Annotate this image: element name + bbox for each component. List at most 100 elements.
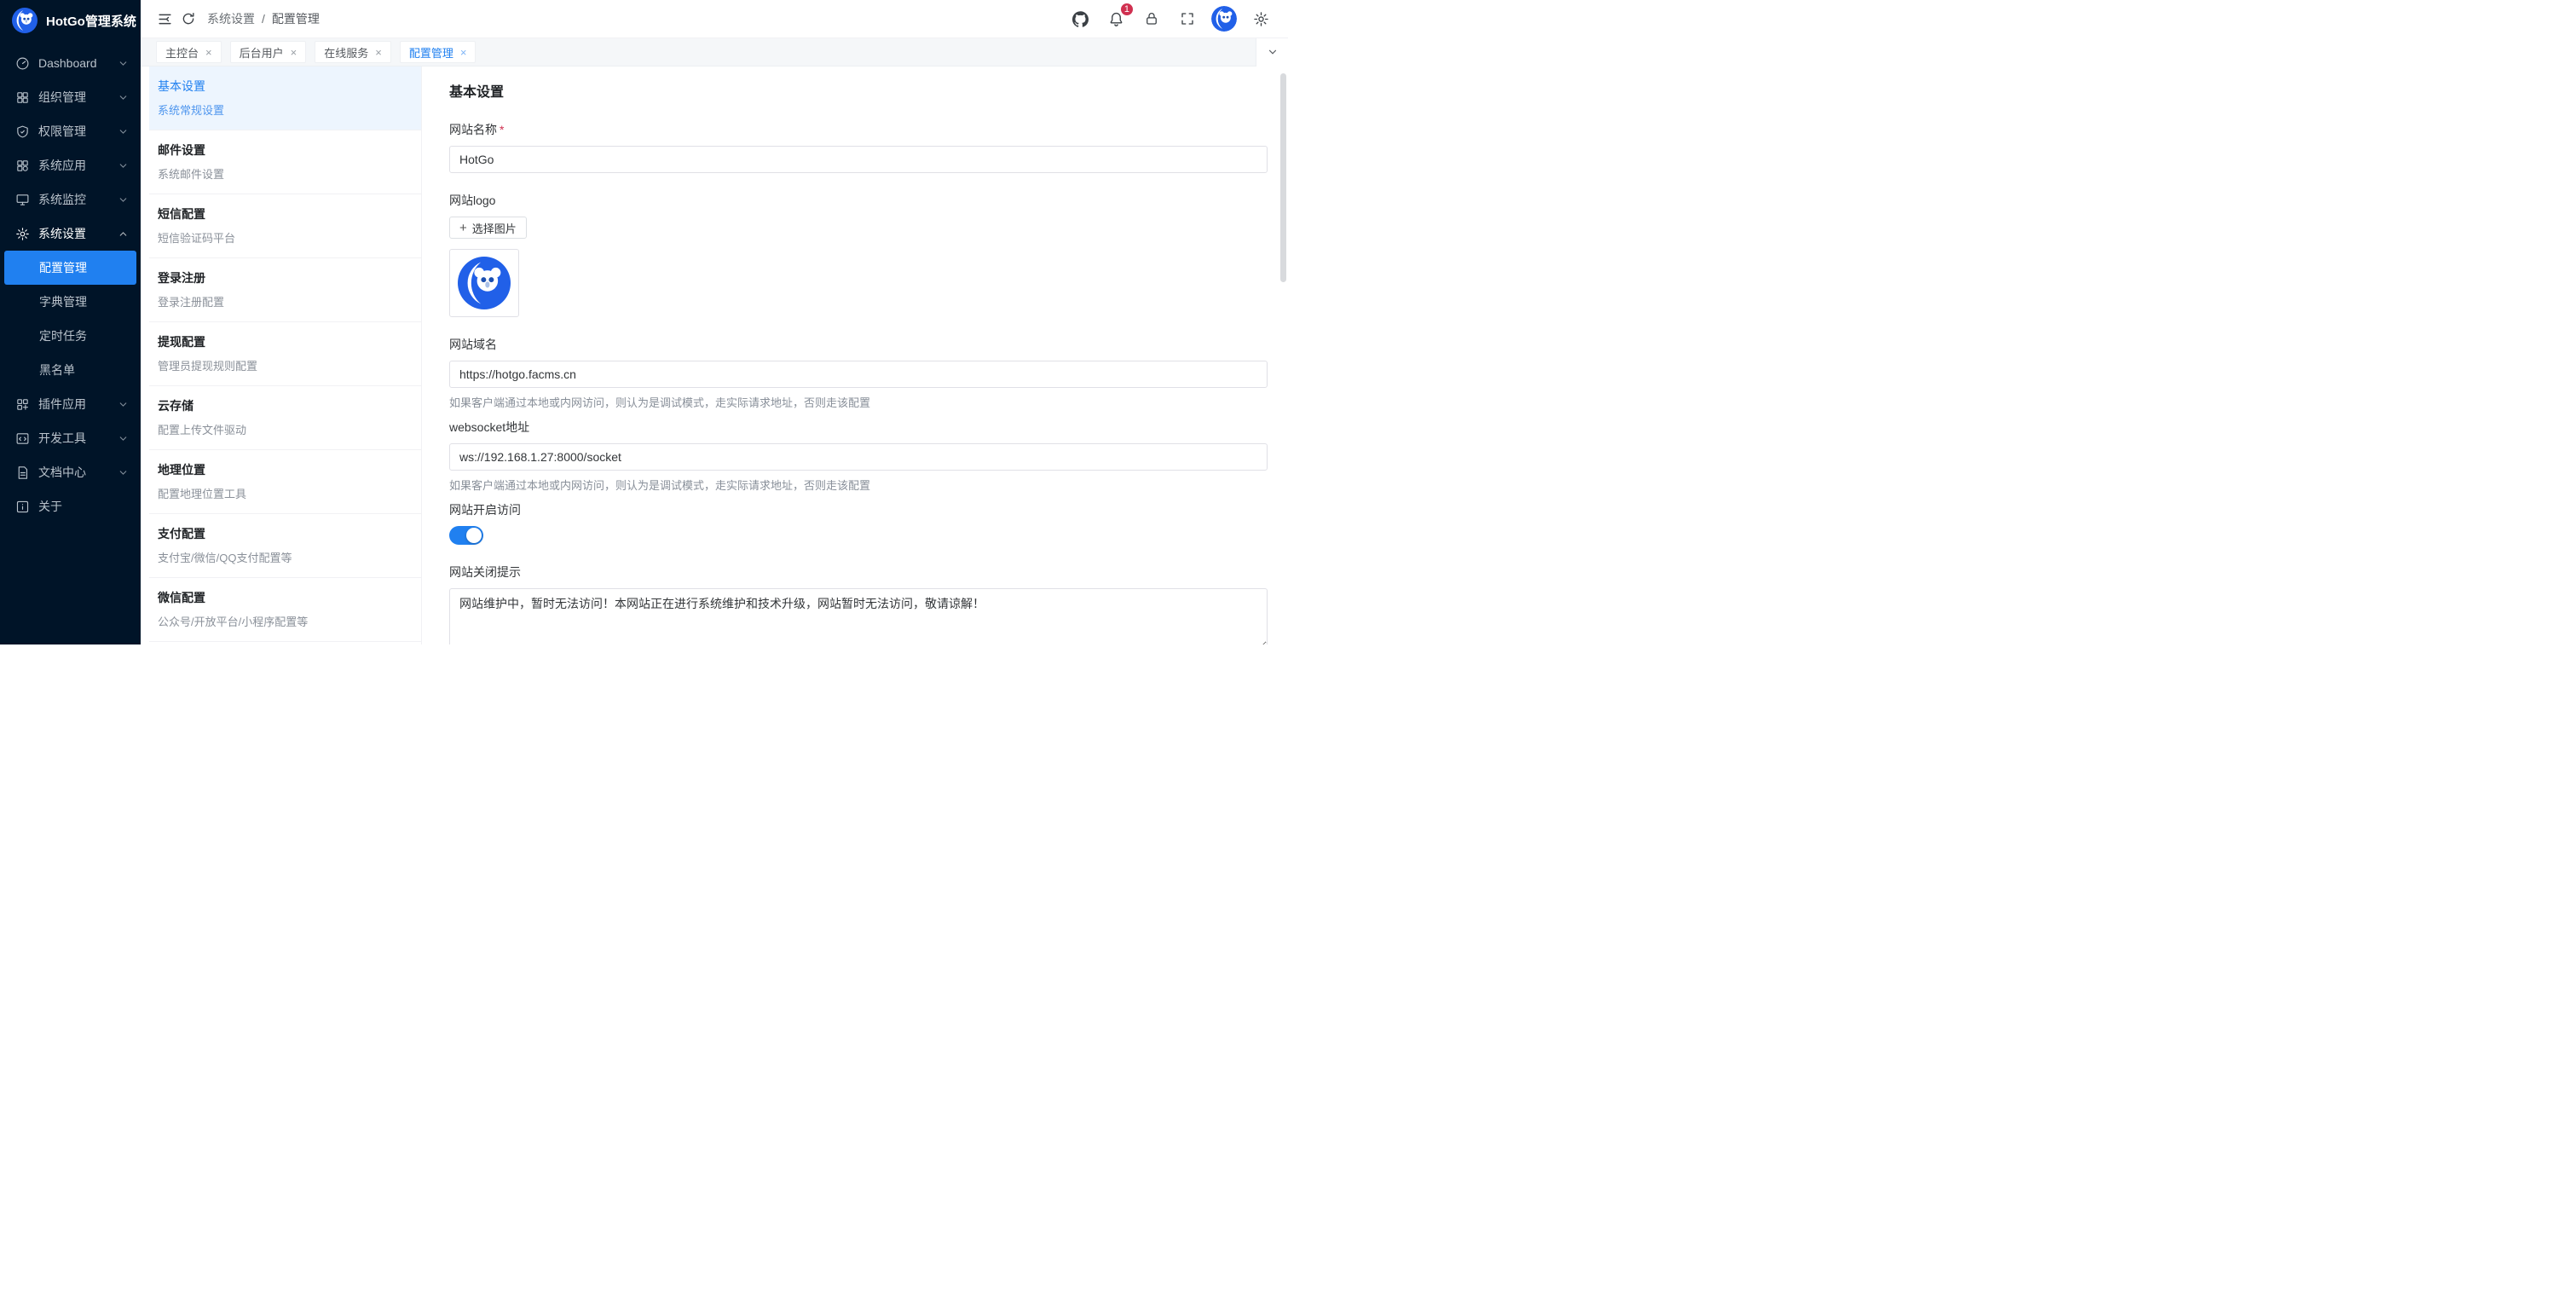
settings-nav-item-basic[interactable]: 基本设置 系统常规设置 <box>149 66 421 130</box>
sidebar-subitem-cron[interactable]: 定时任务 <box>0 319 141 353</box>
app-title: HotGo管理系统 <box>46 12 136 30</box>
close-tip-textarea[interactable]: 网站维护中，暂时无法访问！本网站正在进行系统维护和技术升级，网站暂时无法访问，敬… <box>449 588 1268 644</box>
sidebar-item-about[interactable]: 关于 <box>0 489 141 523</box>
websocket-label: websocket地址 <box>449 419 1268 436</box>
organization-icon <box>15 90 30 105</box>
vertical-scrollbar[interactable] <box>1280 73 1286 282</box>
settings-nav-item-wechat[interactable]: 微信配置 公众号/开放平台/小程序配置等 <box>149 578 421 642</box>
monitor-icon <box>15 193 30 207</box>
field-websocket: websocket地址 如果客户端通过本地或内网访问，则认为是调试模式，走实际请… <box>449 419 1268 493</box>
settings-nav-item-login[interactable]: 登录注册 登录注册配置 <box>149 258 421 322</box>
notification-bell-icon[interactable]: 1 <box>1104 7 1128 31</box>
field-site-logo: 网站logo + 选择图片 <box>449 192 1268 317</box>
fullscreen-icon[interactable] <box>1175 7 1199 31</box>
choose-image-button[interactable]: + 选择图片 <box>449 217 527 239</box>
choose-image-label: 选择图片 <box>472 220 517 236</box>
sidebar-item-label: 插件应用 <box>38 396 109 413</box>
tab-options-chevron-icon[interactable] <box>1256 38 1288 66</box>
nav-item-title: 地理位置 <box>158 461 404 478</box>
settings-nav-item-sms[interactable]: 短信配置 短信验证码平台 <box>149 194 421 258</box>
field-site-domain: 网站域名 如果客户端通过本地或内网访问，则认为是调试模式，走实际请求地址，否则走… <box>449 336 1268 410</box>
gear-icon <box>15 227 30 241</box>
settings-nav-item-withdraw[interactable]: 提现配置 管理员提现规则配置 <box>149 322 421 386</box>
app-window: HotGo管理系统 Dashboard 组织管理 <box>0 0 1288 644</box>
sidebar-item-label: 系统设置 <box>38 225 109 242</box>
site-domain-label: 网站域名 <box>449 336 1268 353</box>
sidebar-item-plugins[interactable]: 插件应用 <box>0 387 141 421</box>
shield-icon <box>15 124 30 139</box>
site-name-input[interactable] <box>449 146 1268 173</box>
header-actions: 1 <box>1068 6 1273 32</box>
site-open-label: 网站开启访问 <box>449 501 1268 518</box>
notification-badge: 1 <box>1120 3 1134 16</box>
nav-item-subtitle: 系统常规设置 <box>158 101 404 118</box>
settings-nav-item-payment[interactable]: 支付配置 支付宝/微信/QQ支付配置等 <box>149 514 421 578</box>
settings-nav-item-email[interactable]: 邮件设置 系统邮件设置 <box>149 130 421 194</box>
toggle-knob <box>466 528 482 543</box>
nav-item-title: 基本设置 <box>158 78 404 95</box>
info-icon <box>15 500 30 514</box>
field-close-tip: 网站关闭提示 网站维护中，暂时无法访问！本网站正在进行系统维护和技术升级，网站暂… <box>449 564 1268 644</box>
dashboard-icon <box>15 56 30 71</box>
plugin-icon <box>15 397 30 412</box>
chevron-down-icon <box>118 58 129 69</box>
breadcrumb-parent[interactable]: 系统设置 <box>207 10 255 27</box>
websocket-help: 如果客户端通过本地或内网访问，则认为是调试模式，走实际请求地址，否则走该配置 <box>449 477 1268 493</box>
sidebar-subitem-config[interactable]: 配置管理 <box>4 251 136 285</box>
tab-online-service[interactable]: 在线服务 × <box>315 41 391 63</box>
sidebar-item-system-settings[interactable]: 系统设置 <box>0 217 141 251</box>
lock-icon[interactable] <box>1140 7 1164 31</box>
sidebar-item-dashboard[interactable]: Dashboard <box>0 46 141 80</box>
refresh-icon[interactable] <box>176 7 200 31</box>
chevron-down-icon <box>118 467 129 478</box>
sidebar-item-devtools[interactable]: 开发工具 <box>0 421 141 455</box>
settings-gear-icon[interactable] <box>1249 7 1273 31</box>
sidebar-item-label: 开发工具 <box>38 430 109 447</box>
close-icon[interactable]: × <box>205 46 212 59</box>
close-icon[interactable]: × <box>460 46 467 59</box>
sidebar-subitem-blacklist[interactable]: 黑名单 <box>0 353 141 387</box>
sidebar-item-docs[interactable]: 文档中心 <box>0 455 141 489</box>
nav-item-subtitle: 登录注册配置 <box>158 293 404 309</box>
settings-nav-item-geo[interactable]: 地理位置 配置地理位置工具 <box>149 450 421 514</box>
chevron-down-icon <box>118 399 129 410</box>
websocket-input[interactable] <box>449 443 1268 471</box>
form-title: 基本设置 <box>449 80 1268 101</box>
chevron-down-icon <box>118 160 129 171</box>
nav-item-subtitle: 短信验证码平台 <box>158 229 404 246</box>
settings-nav-item-storage[interactable]: 云存储 配置上传文件驱动 <box>149 386 421 450</box>
breadcrumb: 系统设置 / 配置管理 <box>207 10 320 27</box>
field-site-open: 网站开启访问 <box>449 501 1268 545</box>
tab-bar: 主控台 × 后台用户 × 在线服务 × 配置管理 × <box>141 38 1288 66</box>
site-domain-help: 如果客户端通过本地或内网访问，则认为是调试模式，走实际请求地址，否则走该配置 <box>449 394 1268 410</box>
sidebar-item-label: 系统应用 <box>38 157 109 174</box>
breadcrumb-current: 配置管理 <box>272 10 320 27</box>
breadcrumb-separator: / <box>262 12 265 26</box>
github-icon[interactable] <box>1068 7 1092 31</box>
tab-config-management[interactable]: 配置管理 × <box>400 41 477 63</box>
app-logo-row[interactable]: HotGo管理系统 <box>0 0 141 41</box>
sidebar-subitem-label: 定时任务 <box>39 327 87 344</box>
sidebar-subitem-label: 黑名单 <box>39 361 75 379</box>
nav-item-subtitle: 配置地理位置工具 <box>158 485 404 501</box>
sidebar-item-monitor[interactable]: 系统监控 <box>0 182 141 217</box>
sidebar-item-system-app[interactable]: 系统应用 <box>0 148 141 182</box>
close-icon[interactable]: × <box>375 46 382 59</box>
sidebar-subitem-dictionary[interactable]: 字典管理 <box>0 285 141 319</box>
field-site-name: 网站名称* <box>449 121 1268 173</box>
content-area: 基本设置 系统常规设置 邮件设置 系统邮件设置 短信配置 短信验证码平台 登录注… <box>141 66 1288 644</box>
tab-label: 主控台 <box>165 44 199 61</box>
menu-collapse-icon[interactable] <box>153 7 176 31</box>
tab-dashboard[interactable]: 主控台 × <box>156 41 222 63</box>
site-domain-input[interactable] <box>449 361 1268 388</box>
sidebar-item-organization[interactable]: 组织管理 <box>0 80 141 114</box>
sidebar-item-label: 权限管理 <box>38 123 109 140</box>
user-avatar[interactable] <box>1211 6 1237 32</box>
close-tip-label: 网站关闭提示 <box>449 564 1268 581</box>
nav-item-title: 登录注册 <box>158 269 404 286</box>
close-icon[interactable]: × <box>291 46 297 59</box>
site-logo-preview[interactable] <box>449 249 519 317</box>
tab-admin-users[interactable]: 后台用户 × <box>230 41 307 63</box>
site-open-toggle[interactable] <box>449 526 483 545</box>
sidebar-item-permission[interactable]: 权限管理 <box>0 114 141 148</box>
